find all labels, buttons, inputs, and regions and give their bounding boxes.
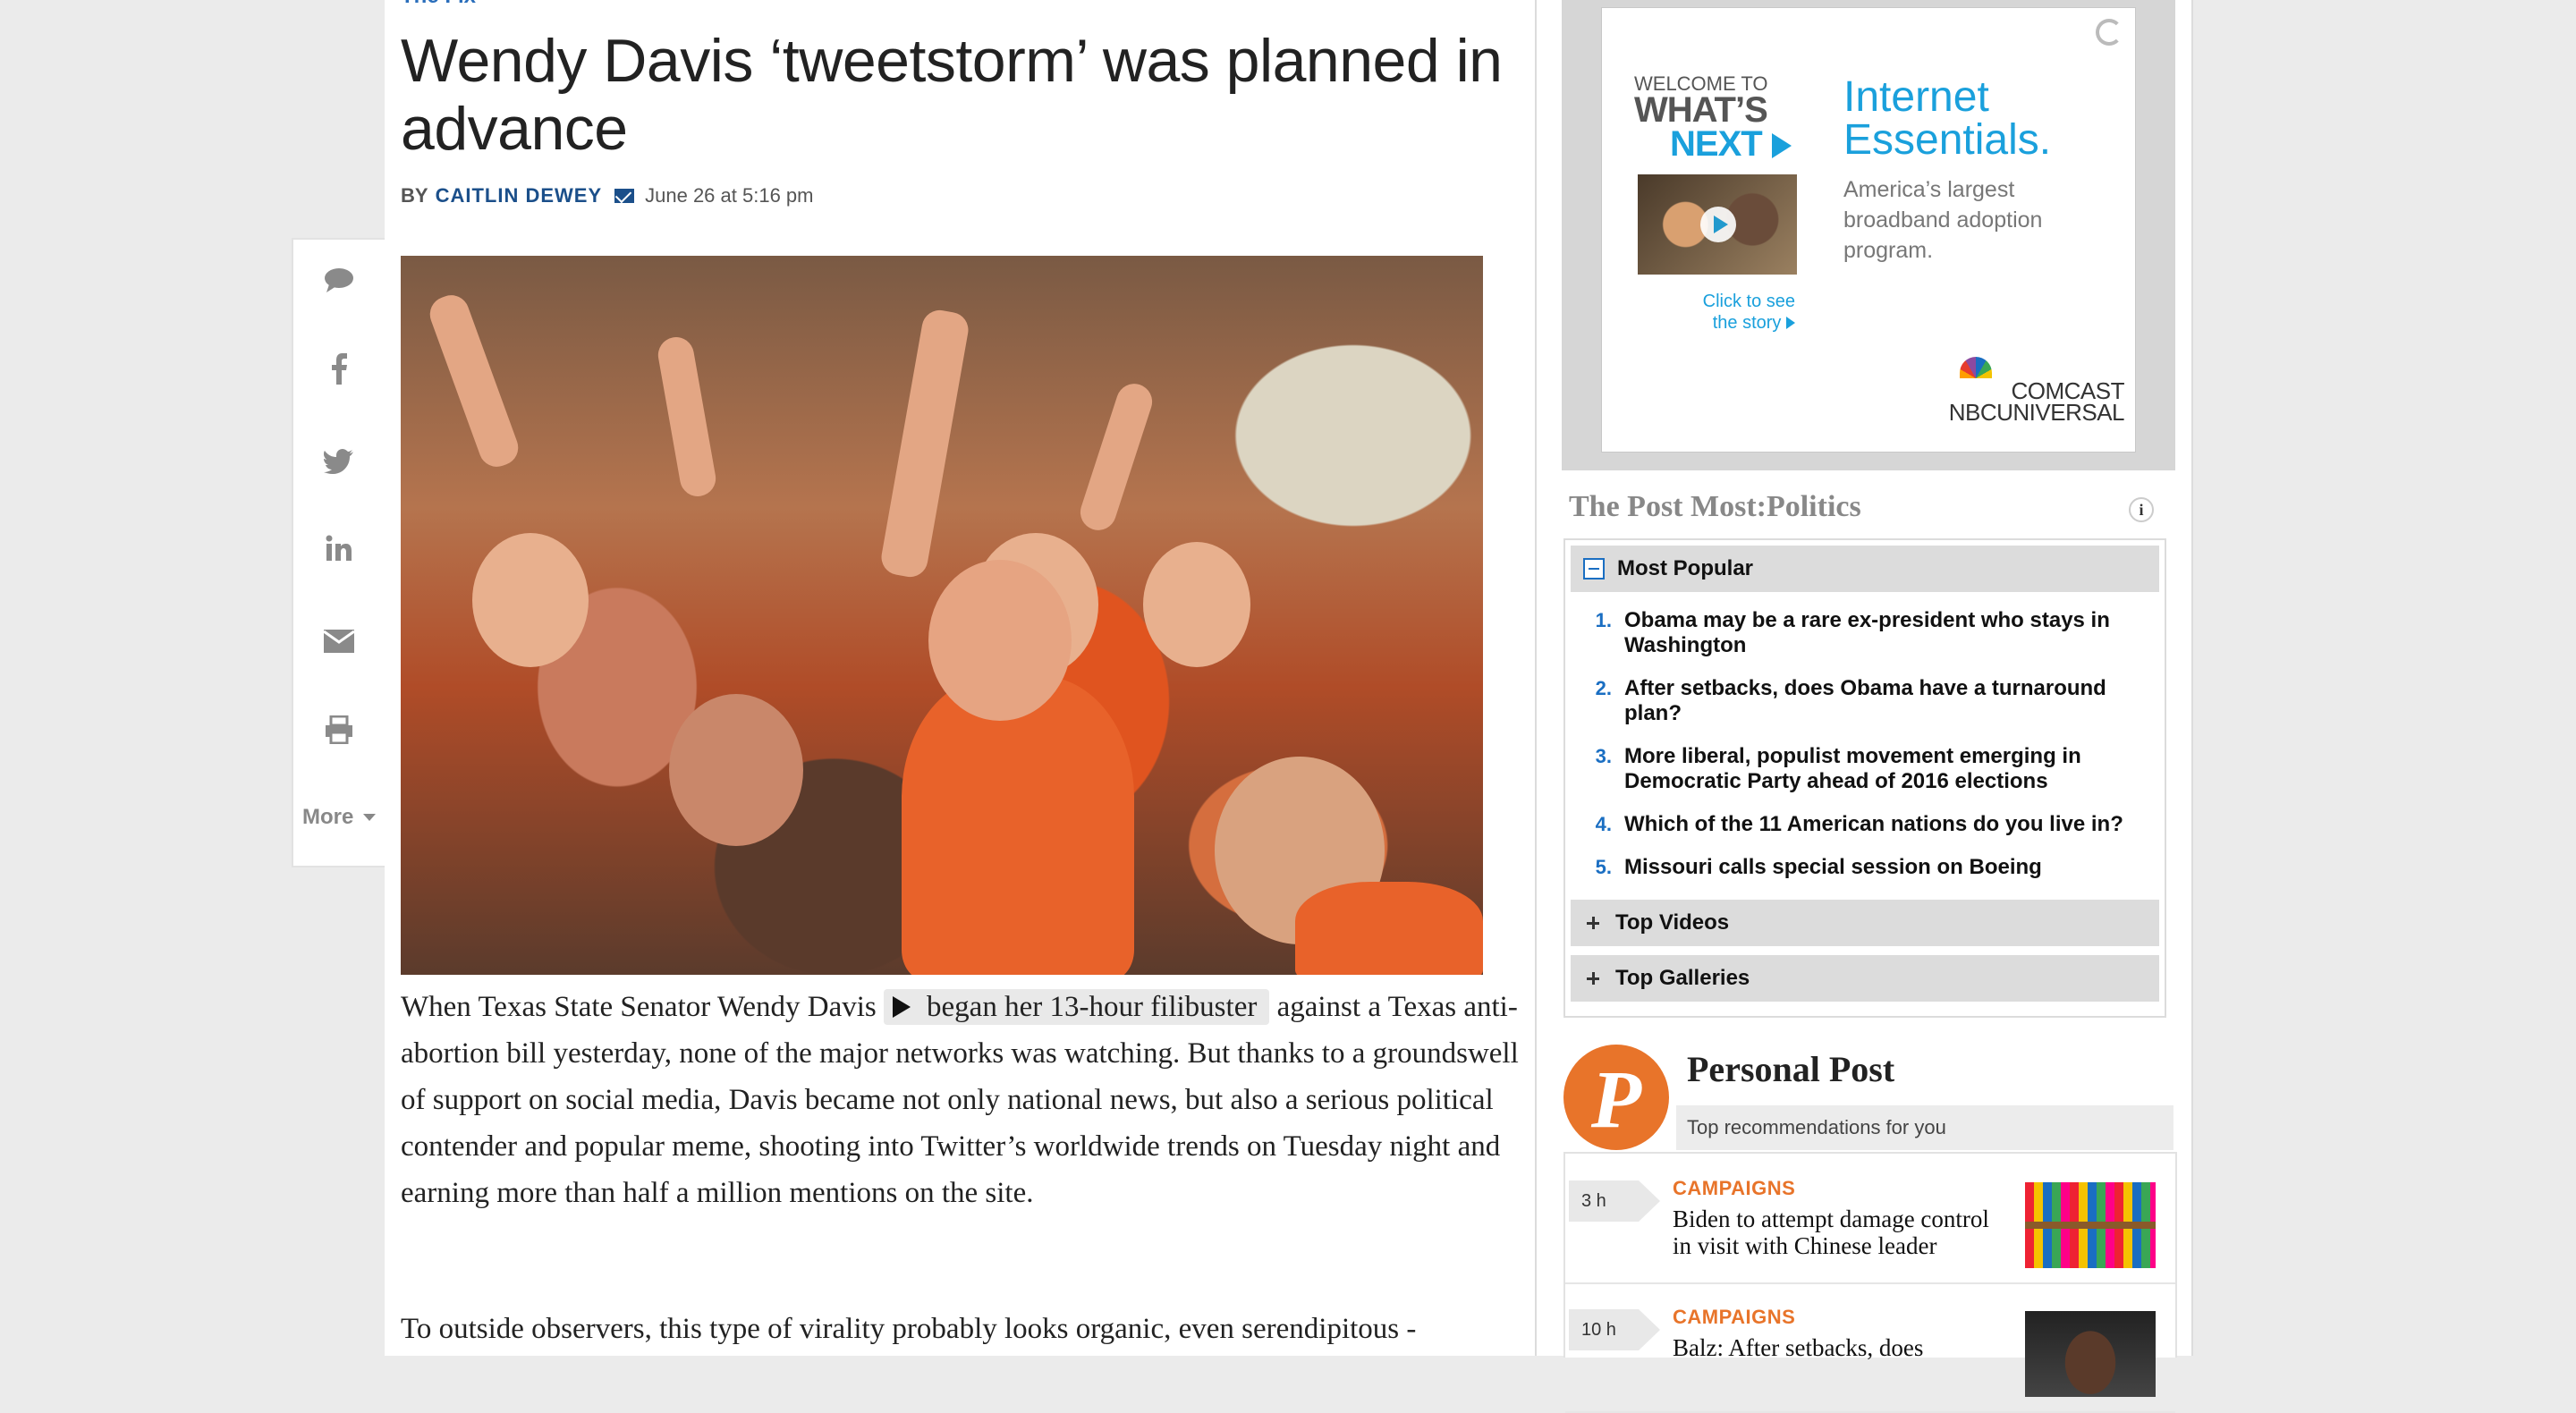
post-most-module: Most Popular 1. Obama may be a rare ex-pr… — [1563, 538, 2166, 1018]
play-arrow-icon — [1772, 133, 1792, 158]
facebook-icon[interactable] — [293, 352, 385, 393]
ad-click-label: Click to see the story — [1702, 292, 1795, 333]
share-more-button[interactable]: More — [293, 805, 385, 830]
personal-post-subtitle: Top recommendations for you — [1676, 1105, 2174, 1150]
email-icon[interactable] — [293, 626, 385, 661]
share-rail: More — [292, 238, 385, 867]
share-more-label: More — [301, 805, 354, 829]
list-item[interactable]: 1. Obama may be a rare ex-president who s… — [1583, 608, 2147, 658]
recommendation-headline[interactable]: Balz: After setbacks, does — [1673, 1334, 2012, 1361]
print-icon[interactable] — [293, 715, 385, 752]
ad-video-thumbnail[interactable] — [1638, 174, 1797, 275]
author-link[interactable]: CAITLIN DEWEY — [436, 184, 603, 207]
article-paragraph: To outside observers, this type of viral… — [401, 1313, 1417, 1345]
logo-letter: P — [1590, 1053, 1642, 1145]
byline: BY CAITLIN DEWEY June 26 at 5:16 pm — [401, 184, 813, 207]
list-item-link[interactable]: Obama may be a rare ex-president who sta… — [1624, 608, 2147, 658]
hero-photo[interactable] — [401, 256, 1483, 975]
list-item-link[interactable]: More liberal, populist movement emerging… — [1624, 744, 2147, 794]
list-item[interactable]: 5. Missouri calls special session on Boei… — [1583, 855, 2147, 880]
expand-icon — [1583, 913, 1603, 933]
recommendation-item[interactable]: 10 h CAMPAIGNS Balz: After setbacks, doe… — [1565, 1282, 2175, 1413]
list-number: 1. — [1595, 609, 1612, 631]
recommendation-headline[interactable]: Biden to attempt damage control in visit… — [1673, 1206, 2012, 1259]
list-item[interactable]: 4. Which of the 11 American nations do yo… — [1583, 812, 2147, 837]
list-number: 4. — [1595, 813, 1612, 835]
linkedin-icon[interactable] — [293, 535, 385, 570]
sidebar-border — [2191, 0, 2193, 1356]
category-label[interactable]: CAMPAIGNS — [1673, 1306, 1795, 1329]
brand-line: NBCUNIVERSAL — [1948, 399, 2125, 426]
time-badge: 3 h — [1569, 1180, 1660, 1222]
refresh-icon[interactable] — [2096, 19, 2123, 46]
publish-date: June 26 at 5:16 pm — [645, 184, 814, 207]
list-item[interactable]: 3. More liberal, populist movement emergi… — [1583, 744, 2147, 794]
ad-click-link[interactable]: Click to see the story — [1679, 291, 1795, 334]
personal-post-title: Personal Post — [1687, 1049, 1895, 1089]
list-number: 3. — [1595, 745, 1612, 767]
list-item-link[interactable]: Which of the 11 American nations do you … — [1624, 812, 2123, 837]
ad-subtext: America’s largest broadband adoption pro… — [1843, 177, 2043, 263]
article-headline: Wendy Davis ‘tweetstorm’ was planned in … — [401, 27, 1503, 163]
recommendation-item[interactable]: 3 h CAMPAIGNS Biden to attempt damage co… — [1565, 1154, 2175, 1284]
tab-label: Top Videos — [1615, 910, 1730, 935]
list-number: 5. — [1595, 856, 1612, 878]
ad-next-text: NEXT — [1670, 124, 1763, 164]
recommendation-list: 3 h CAMPAIGNS Biden to attempt damage co… — [1563, 1152, 2177, 1413]
personal-post-logo: P — [1563, 1045, 1669, 1150]
tab-top-videos[interactable]: Top Videos — [1571, 900, 2159, 946]
peacock-logo-icon — [1960, 357, 1992, 378]
most-popular-list: 1. Obama may be a rare ex-president who s… — [1583, 608, 2147, 898]
ad-headline: Internet Essentials. — [1843, 73, 2052, 164]
recommendation-thumbnail[interactable] — [2025, 1182, 2156, 1268]
comment-icon[interactable] — [293, 267, 385, 301]
byline-prefix: BY — [401, 184, 428, 207]
info-icon[interactable]: i — [2129, 497, 2154, 522]
expand-icon — [1583, 969, 1603, 988]
tab-most-popular[interactable]: Most Popular — [1571, 546, 2159, 592]
ad-brand-logo: COMCAST NBCUNIVERSAL — [1933, 379, 2125, 426]
category-label[interactable]: CAMPAIGNS — [1673, 1177, 1795, 1200]
section-kicker[interactable]: The Fix — [401, 0, 476, 9]
time-badge: 10 h — [1569, 1309, 1660, 1350]
collapse-icon — [1583, 558, 1605, 580]
twitter-icon[interactable] — [293, 447, 385, 482]
play-icon — [893, 996, 911, 1018]
list-number: 2. — [1595, 677, 1612, 699]
play-icon — [1700, 207, 1736, 242]
chevron-down-icon — [363, 814, 376, 821]
advertisement[interactable]: WELCOME TO WHAT’S NEXT Click to see the … — [1601, 7, 2136, 453]
post-most-title: The Post Most:Politics — [1569, 490, 1861, 523]
list-item-link[interactable]: After setbacks, does Obama have a turnar… — [1624, 676, 2147, 726]
tab-label: Top Galleries — [1615, 966, 1750, 990]
tab-top-galleries[interactable]: Top Galleries — [1571, 955, 2159, 1002]
recommendation-thumbnail[interactable] — [2025, 1311, 2156, 1397]
tab-label: Most Popular — [1617, 556, 1754, 580]
article-paragraph: When Texas State Senator Wendy Davis beg… — [401, 984, 1519, 1216]
list-item-link[interactable]: Missouri calls special session on Boeing — [1624, 855, 2042, 880]
paragraph-text: When Texas State Senator Wendy Davis — [401, 991, 877, 1023]
email-author-icon[interactable] — [614, 189, 635, 203]
inline-video-link[interactable]: began her 13-hour filibuster — [884, 989, 1270, 1025]
play-arrow-icon — [1786, 317, 1795, 329]
list-item[interactable]: 2. After setbacks, does Obama have a turn… — [1583, 676, 2147, 726]
video-link-label: began her 13-hour filibuster — [927, 991, 1258, 1023]
